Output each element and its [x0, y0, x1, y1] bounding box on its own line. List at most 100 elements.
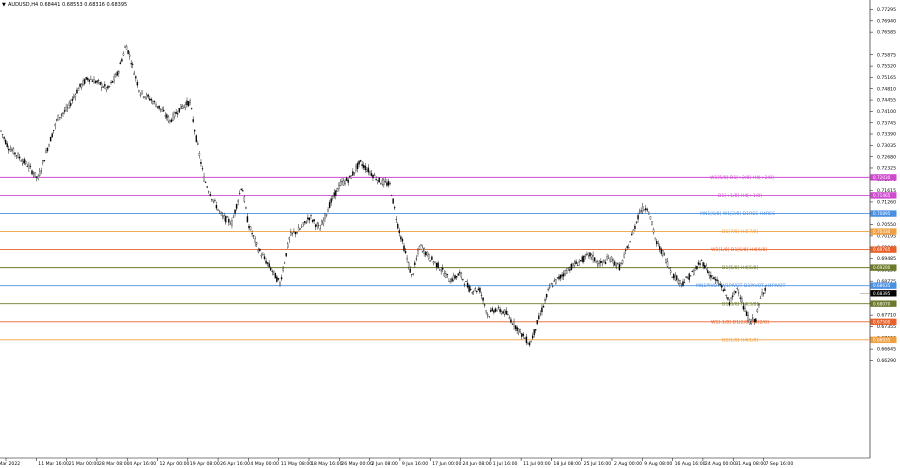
time-axis-label: 26 Apr 16:00 — [220, 461, 250, 467]
time-axis-label: 4 Mar 2022 — [0, 461, 20, 467]
level-price-tag-text: 0.66935 — [873, 337, 891, 342]
candle-body — [725, 294, 728, 297]
candle-body — [243, 196, 246, 202]
candle-body — [459, 271, 461, 274]
candle-body — [62, 112, 64, 114]
candle-body — [531, 335, 534, 339]
candle-body — [152, 101, 154, 105]
candle-body — [545, 293, 548, 298]
candle-body — [54, 123, 56, 127]
candle-body — [494, 308, 497, 312]
candle-body — [313, 219, 315, 222]
candle-body — [206, 186, 208, 188]
candle-body — [35, 176, 38, 178]
candle-body — [266, 262, 269, 264]
candle-body — [401, 239, 404, 242]
candle-body — [376, 180, 379, 183]
level-price-tag-text: 0.70330 — [873, 229, 891, 234]
candle-body — [479, 287, 481, 293]
level-line-label: D1[7/8] H4[7/8] — [722, 229, 758, 235]
candle-body — [178, 108, 180, 113]
candle-body — [39, 171, 41, 176]
time-axis-label: 9 Jun 16:00 — [402, 461, 428, 467]
candle-body — [70, 103, 72, 106]
price-chart[interactable]: ▼ AUDUSD,H4 0.68441 0.68553 0.68316 0.68… — [0, 0, 900, 468]
chart-window[interactable]: ▼ AUDUSD,H4 0.68441 0.68553 0.68316 0.68… — [0, 0, 900, 468]
candle-body — [121, 59, 123, 62]
candle-body — [325, 214, 328, 216]
candle-body — [150, 99, 153, 101]
candle-body — [172, 113, 174, 121]
candle-body — [187, 101, 190, 106]
candle-body — [486, 314, 489, 316]
candle-body — [542, 305, 545, 308]
candle-body — [99, 82, 101, 85]
candle-body — [48, 144, 50, 147]
plot-area[interactable] — [0, 0, 870, 458]
candle-body — [383, 179, 385, 185]
level-price-tag-text: 0.72030 — [873, 175, 891, 180]
candle-body — [513, 320, 515, 327]
candle-body — [57, 114, 60, 121]
candle-body — [702, 262, 704, 267]
candle-body — [567, 268, 570, 270]
candle-body — [412, 273, 415, 275]
candle-body — [612, 259, 614, 264]
time-axis-label: 18 May 16:00 — [311, 461, 343, 467]
candle-body — [158, 105, 160, 109]
candle-body — [149, 98, 151, 101]
candle-body — [11, 149, 13, 151]
candle-body — [361, 164, 363, 167]
price-axis-label: 0.76585 — [877, 30, 896, 36]
candle-body — [173, 112, 176, 117]
candle-body — [3, 137, 5, 139]
candle-body — [76, 89, 78, 94]
candle-body — [676, 275, 678, 280]
candle-body — [319, 228, 322, 231]
candle-body — [203, 176, 205, 182]
candle-body — [669, 270, 672, 273]
candle-body — [87, 78, 89, 80]
candle-body — [260, 255, 263, 257]
candle-body — [65, 106, 67, 111]
chart-dropdown-marker[interactable]: ▼ — [2, 2, 6, 8]
candle-body — [747, 315, 749, 321]
candle-body — [115, 74, 117, 78]
time-axis-label: 21 Mar 00:00 — [69, 461, 100, 467]
candle-body — [538, 315, 540, 320]
candle-body — [691, 271, 694, 272]
candle-body — [246, 216, 249, 223]
candle-body — [296, 232, 298, 234]
candle-body — [110, 81, 112, 83]
candle-body — [764, 288, 766, 291]
candle-body — [186, 100, 188, 106]
candle-body — [655, 240, 658, 244]
candle-body — [530, 341, 532, 343]
candle-body — [615, 265, 618, 267]
candle-body — [466, 282, 469, 288]
candle-body — [268, 263, 270, 268]
candle-body — [14, 152, 16, 155]
candle-body — [634, 225, 636, 229]
candle-body — [287, 243, 289, 249]
candle-body — [724, 289, 726, 291]
price-axis-label: 0.69485 — [877, 256, 896, 262]
candle-body — [327, 209, 329, 213]
candle-body — [223, 215, 225, 219]
level-price-tag-text: 0.67500 — [873, 319, 891, 324]
candle-body — [221, 215, 224, 217]
candle-body — [356, 163, 359, 170]
candle-body — [629, 241, 632, 243]
price-axis-label: 0.73745 — [877, 120, 896, 126]
candle-body — [642, 206, 644, 212]
candle-body — [169, 119, 171, 123]
level-line-label: W1[-1/8] D1[2/8] H4[2/8] — [711, 319, 769, 325]
candle-body — [118, 71, 120, 74]
candle-body — [321, 221, 323, 226]
candle-body — [6, 143, 8, 148]
candle-body — [600, 261, 602, 264]
candle-body — [251, 233, 253, 235]
candle-body — [242, 190, 244, 192]
candle-body — [446, 273, 449, 275]
candle-body — [603, 260, 605, 263]
